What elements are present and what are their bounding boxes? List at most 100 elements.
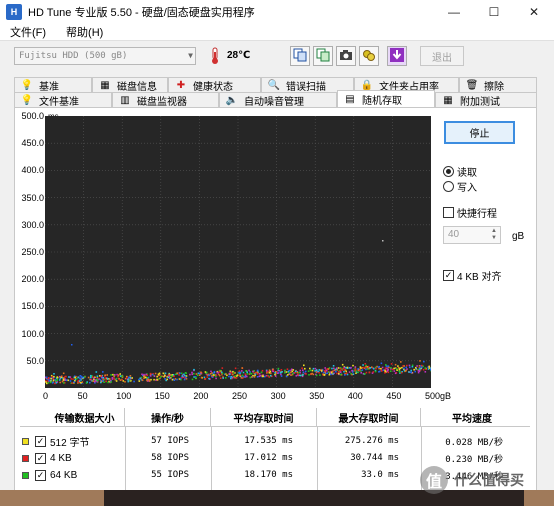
- camera-icon: [339, 48, 353, 65]
- copy-icon: [293, 48, 307, 65]
- tab-disk-info[interactable]: ▦ 磁盘信息: [92, 77, 168, 93]
- col-avg-speed: 平均速度: [452, 413, 492, 425]
- align-4kb-check-box[interactable]: ✓: [443, 270, 454, 281]
- series-checkbox[interactable]: ✓: [35, 452, 46, 464]
- maximize-button[interactable]: ☐: [474, 0, 514, 24]
- tab-erase[interactable]: 🗑 擦除: [459, 77, 537, 93]
- exit-button[interactable]: 退出: [420, 46, 464, 66]
- x-tick-label: 50: [77, 391, 88, 401]
- app-icon: H: [6, 4, 22, 20]
- iops-value: 57 IOPS: [151, 436, 189, 446]
- quick-run-label: 快捷行程: [457, 209, 497, 220]
- options-icon: [362, 48, 376, 65]
- watermark: 值 什么值得买: [420, 466, 524, 494]
- series-color-swatch: [22, 454, 29, 462]
- copy-text-button[interactable]: [290, 46, 310, 66]
- y-tick-label: 200.0: [21, 274, 44, 285]
- chevron-down-icon: ▼: [188, 51, 193, 60]
- title-bar: H HD Tune 专业版 5.50 - 硬盘/固态硬盘实用程序 — ☐ ✕: [0, 0, 554, 24]
- watermark-text: 什么值得买: [454, 472, 524, 488]
- error-scan-icon: 🔍: [267, 80, 281, 91]
- quick-run-check-box[interactable]: [443, 207, 454, 218]
- copy-screenshot-button[interactable]: [313, 46, 333, 66]
- toolbar: Fujitsu HDD (500 gB) ▼ 28℃ 退出: [0, 42, 554, 72]
- graph-canvas: [45, 116, 433, 388]
- disk-info-icon: ▦: [100, 80, 110, 91]
- col-transfer-size: 传输数据大小: [45, 408, 125, 426]
- tab-extra-tests[interactable]: ▦ 附加测试: [435, 92, 537, 108]
- y-tick-label: 250.0: [21, 247, 44, 257]
- max-access-value: 30.744 ms: [350, 453, 399, 463]
- x-tick-label: 450: [386, 391, 402, 401]
- y-tick-label: 150.0: [21, 301, 44, 312]
- tab-aam[interactable]: 🔈 自动噪音管理: [219, 92, 337, 108]
- read-radio-label: 读取: [457, 168, 477, 179]
- window-title: HD Tune 专业版 5.50 - 硬盘/固态硬盘实用程序: [28, 7, 255, 19]
- y-tick-label: 400.0: [21, 165, 44, 176]
- erase-icon: 🗑: [465, 80, 479, 91]
- x-tick-label: 0: [43, 391, 49, 401]
- max-access-value: 33.0 ms: [361, 470, 399, 480]
- drive-select-value: Fujitsu HDD (500 gB): [19, 51, 128, 61]
- tab-random-access[interactable]: ▤ 随机存取: [337, 90, 435, 108]
- access-time-graph: [45, 116, 433, 388]
- menu-help[interactable]: 帮助(H): [66, 24, 103, 40]
- tab-benchmark[interactable]: 💡 基准: [14, 77, 92, 93]
- file-benchmark-icon: 💡: [20, 95, 34, 106]
- read-radio[interactable]: 读取: [443, 164, 477, 179]
- transfer-size: 512 字节: [50, 437, 90, 449]
- x-tick-label: 500gB: [425, 391, 452, 401]
- avg-speed-value: 0.230 MB/秒: [445, 454, 503, 465]
- temperature-readout: 28℃: [227, 50, 251, 61]
- quick-run-size-input[interactable]: 40 ▲ ▼: [443, 226, 501, 244]
- screenshot-button[interactable]: [336, 46, 356, 66]
- series-checkbox[interactable]: ✓: [35, 435, 46, 447]
- write-radio-label: 写入: [457, 183, 477, 194]
- tabs-row-2: 💡 文件基准 ▥ 磁盘监视器 🔈 自动噪音管理 ▤ 随机存取 ▦ 附加测试: [14, 90, 537, 108]
- random-access-icon: ▤: [345, 94, 355, 105]
- x-tick-label: 150: [154, 391, 170, 401]
- read-radio-circle[interactable]: [443, 166, 454, 177]
- results-table-header: 传输数据大小 操作/秒 平均存取时间 最大存取时间 平均速度: [45, 408, 523, 426]
- benchmark-icon: 💡: [20, 80, 34, 91]
- tabs-row-1: 💡 基准 ▦ 磁盘信息 ✚ 健康状态 🔍 错误扫描 🔒 文件夹占用率 🗑 擦除: [14, 77, 537, 93]
- y-tick-label: 350.0: [21, 192, 44, 203]
- avg-access-value: 18.170 ms: [244, 470, 293, 480]
- col-avg-access: 平均存取时间: [211, 408, 317, 426]
- max-access-value: 275.276 ms: [344, 436, 399, 446]
- watermark-logo-icon: 值: [420, 466, 448, 494]
- thermometer-icon: [206, 46, 224, 66]
- tab-file-benchmark[interactable]: 💡 文件基准: [14, 92, 112, 108]
- extra-tests-icon: ▦: [443, 95, 453, 106]
- avg-access-value: 17.012 ms: [244, 453, 293, 463]
- close-button[interactable]: ✕: [514, 0, 554, 24]
- series-color-swatch: [22, 471, 29, 479]
- series-checkbox[interactable]: ✓: [35, 469, 46, 481]
- drive-select[interactable]: Fujitsu HDD (500 gB) ▼: [14, 47, 196, 65]
- quick-run-size-value: 40: [448, 229, 460, 240]
- avg-access-value: 17.535 ms: [244, 436, 293, 446]
- quick-run-checkbox[interactable]: 快捷行程: [443, 205, 497, 220]
- spin-arrows-icon[interactable]: ▲ ▼: [489, 228, 499, 242]
- stop-button[interactable]: 停止: [444, 121, 515, 144]
- options-button[interactable]: [359, 46, 379, 66]
- save-button[interactable]: [387, 46, 407, 66]
- tab-disk-monitor[interactable]: ▥ 磁盘监视器: [112, 92, 219, 108]
- menu-file[interactable]: 文件(F): [10, 24, 46, 40]
- write-radio-circle[interactable]: [443, 181, 454, 192]
- y-tick-label: 300.0: [21, 219, 44, 230]
- table-row: ✓ 4 KB 58 IOPS 17.012 ms 30.744 ms 0.230 MB/秒: [20, 449, 530, 467]
- minimize-button[interactable]: —: [434, 0, 474, 24]
- iops-value: 58 IOPS: [151, 453, 189, 463]
- write-radio[interactable]: 写入: [443, 179, 477, 194]
- table-row: ✓ 512 字节 57 IOPS 17.535 ms 275.276 ms 0.028 M…: [20, 432, 530, 450]
- x-tick-label: 200: [193, 391, 209, 401]
- align-4kb-checkbox[interactable]: ✓ 4 KB 对齐: [443, 268, 501, 283]
- tab-health[interactable]: ✚ 健康状态: [168, 77, 261, 93]
- x-tick-label: 250: [232, 391, 248, 401]
- x-tick-label: 100: [116, 391, 132, 401]
- series-color-swatch: [22, 437, 29, 445]
- disk-monitor-icon: ▥: [120, 95, 130, 106]
- x-tick-label: 350: [309, 391, 325, 401]
- transfer-size: 4 KB: [50, 452, 72, 464]
